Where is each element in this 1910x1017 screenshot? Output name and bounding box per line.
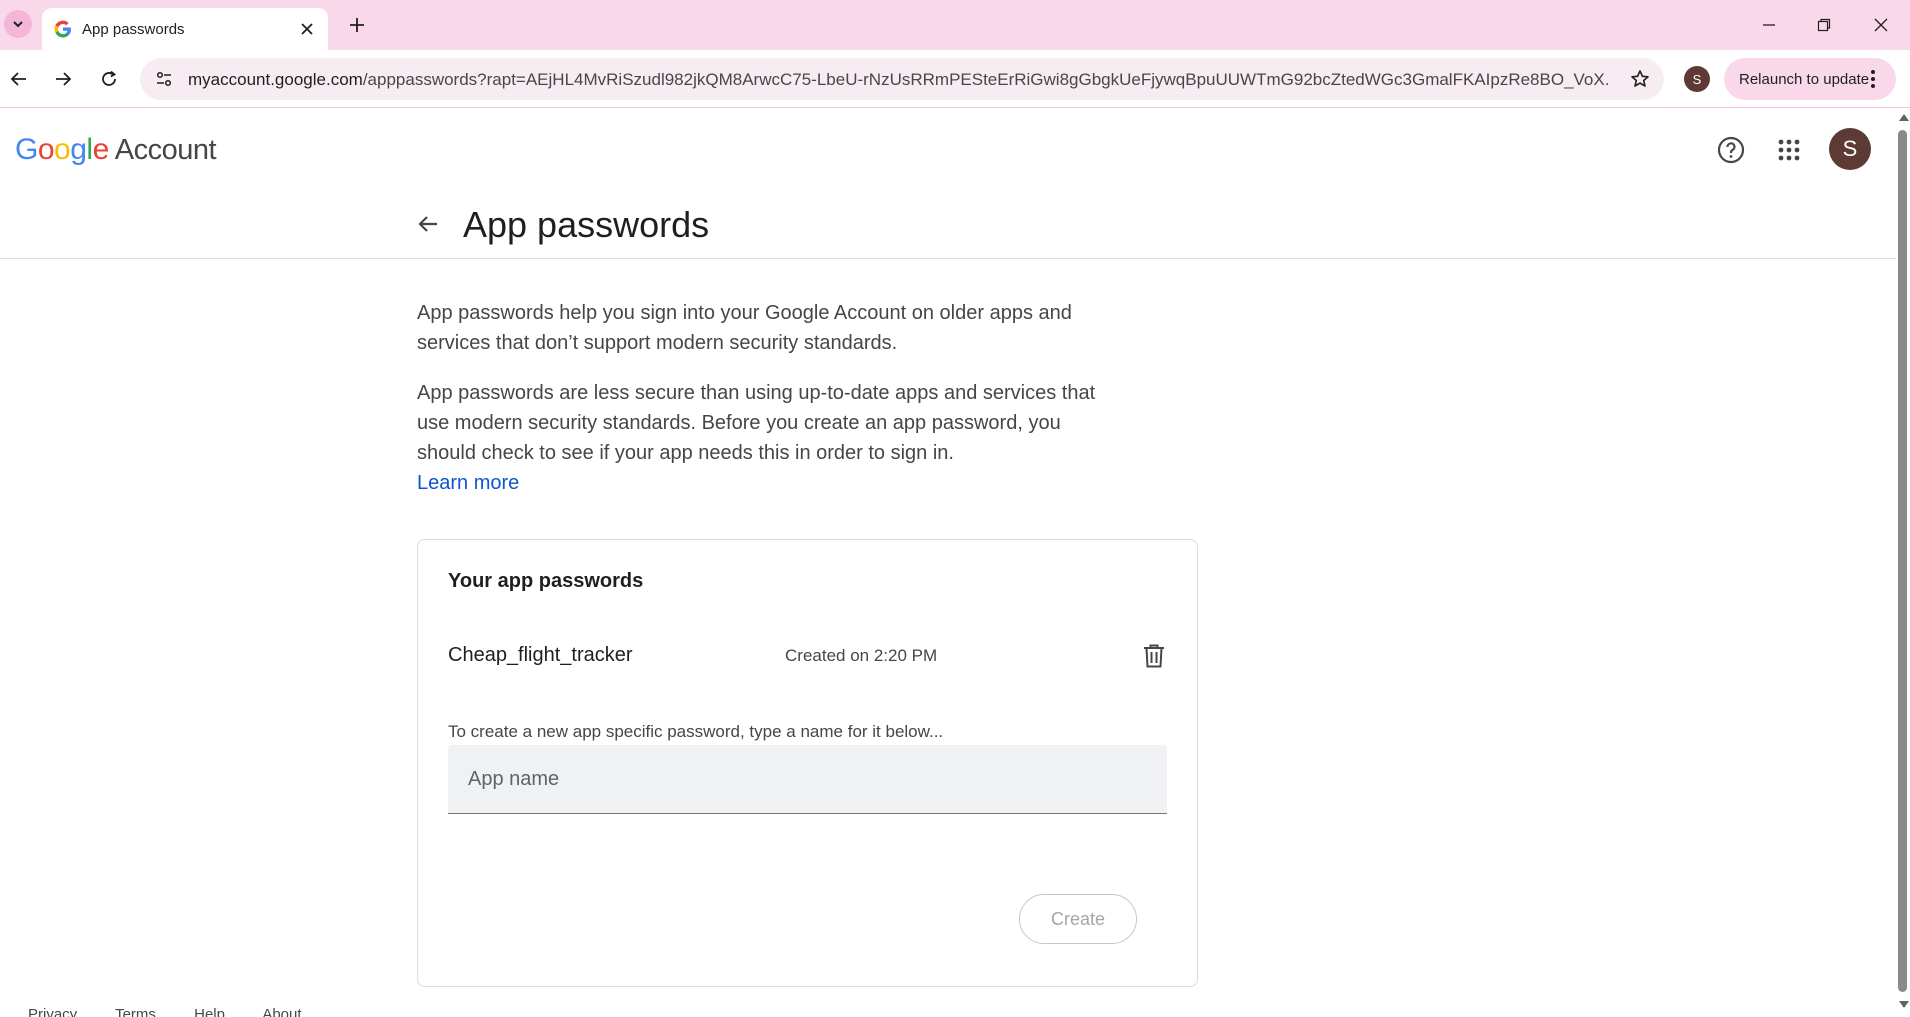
account-avatar[interactable]: S [1829,128,1871,170]
reload-button[interactable] [94,64,124,94]
close-icon [1874,18,1888,32]
page-scrollbar[interactable] [1896,108,1910,1017]
browser-toolbar: myaccount.google.com/apppasswords?rapt=A… [0,50,1910,108]
scroll-down-arrow-icon[interactable] [1899,1001,1909,1008]
create-hint: To create a new app specific password, t… [448,722,944,741]
account-header: Google Account S [0,108,1896,192]
tab-search-button[interactable] [4,10,32,38]
forward-button[interactable] [48,64,78,94]
app-password-created: Created on 2:20 PM [785,646,938,665]
arrow-left-icon [418,216,437,232]
google-account-logo[interactable]: Google Account [15,133,217,167]
forward-icon [56,72,72,86]
bookmark-star-button[interactable] [1628,67,1652,91]
page-title: App passwords [463,204,710,245]
scroll-up-arrow-icon[interactable] [1899,114,1909,121]
app-name-input[interactable] [448,745,1167,814]
new-tab-button[interactable] [344,12,370,38]
chevron-down-icon [13,21,23,28]
tab-close-button[interactable] [296,18,318,40]
footer-link-about[interactable]: About [262,1006,301,1017]
apps-grid-icon [1778,139,1800,161]
browser-profile-avatar[interactable]: S [1684,66,1710,92]
relaunch-button[interactable]: Relaunch to update [1724,58,1896,100]
url-path: /apppasswords?rapt=AEjHL4MvRiSzudl982jkQ… [362,70,1608,89]
footer-link-terms[interactable]: Terms [115,1006,156,1017]
reload-icon [102,70,117,86]
kebab-icon [1871,70,1875,88]
restore-icon [1817,18,1831,32]
window-restore-button[interactable] [1807,10,1841,40]
window-close-button[interactable] [1864,10,1898,40]
footer-link-privacy[interactable]: Privacy [28,1006,77,1017]
page-titlebar: App passwords [0,192,1896,259]
app-password-row: Cheap_flight_tracker Created on 2:20 PM [448,636,1168,676]
close-icon [301,23,313,35]
url-text[interactable]: myaccount.google.com/apppasswords?rapt=A… [188,70,1608,90]
learn-more-link[interactable]: Learn more [417,468,519,498]
google-wordmark: Google [15,133,109,166]
tab-title: App passwords [82,21,185,38]
site-info-icon [156,71,172,87]
logo-suffix: Account [114,134,217,166]
url-domain: myaccount.google.com [188,70,363,89]
browser-menu-button[interactable] [1862,68,1884,90]
trash-icon [1144,644,1164,668]
browser-tab-active[interactable]: App passwords [42,8,328,50]
page-back-button[interactable] [410,206,446,242]
browser-tabstrip: App passwords [0,0,1910,50]
create-button[interactable]: Create [1019,894,1137,944]
google-apps-button[interactable] [1769,130,1809,170]
intro-paragraph-1: App passwords help you sign into your Go… [417,302,1072,354]
card-title: Your app passwords [448,570,644,592]
relaunch-label: Relaunch to update [1739,70,1870,88]
star-icon [1631,70,1649,87]
footer-link-help[interactable]: Help [194,1006,225,1017]
app-password-name: Cheap_flight_tracker [448,644,633,666]
plus-icon [350,18,364,32]
back-icon [10,72,26,86]
help-button[interactable] [1711,130,1751,170]
help-icon [1717,136,1745,164]
site-info-button[interactable] [150,65,178,93]
window-minimize-button[interactable] [1752,10,1786,40]
page-footer: Privacy Terms Help About [28,1006,336,1017]
scrollbar-thumb[interactable] [1898,130,1907,992]
google-favicon-icon [54,20,71,38]
address-bar[interactable]: myaccount.google.com/apppasswords?rapt=A… [140,58,1664,100]
app-passwords-card: Your app passwords Cheap_flight_tracker … [417,539,1198,987]
intro-paragraph-2: App passwords are less secure than using… [417,378,1097,498]
minimize-icon [1763,24,1775,26]
back-button[interactable] [4,64,34,94]
intro-paragraph-2-text: App passwords are less secure than using… [417,382,1096,464]
delete-app-password-button[interactable] [1138,640,1170,672]
